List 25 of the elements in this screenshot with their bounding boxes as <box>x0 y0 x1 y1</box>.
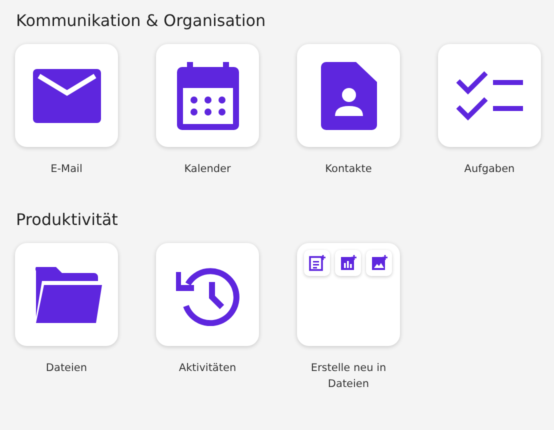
new-image-icon <box>370 254 388 272</box>
app-tile[interactable] <box>156 44 259 147</box>
app-tile[interactable] <box>438 44 541 147</box>
app-tile[interactable] <box>297 44 400 147</box>
section-heading: Produktivität <box>16 210 118 229</box>
contact-card-icon <box>320 62 376 130</box>
new-chart-icon <box>339 254 357 272</box>
app-tile[interactable] <box>156 243 259 346</box>
app-tile[interactable] <box>15 243 118 346</box>
section-heading: Kommunikation & Organisation <box>16 11 266 30</box>
calendar-icon <box>176 62 238 130</box>
app-label: Dateien <box>44 361 88 376</box>
app-label: Kontakte <box>324 162 373 177</box>
new-image-button[interactable] <box>366 250 392 276</box>
app-tile[interactable] <box>15 44 118 147</box>
checklist-icon <box>456 70 524 120</box>
app-label: Aufgaben <box>463 162 516 177</box>
app-label: Kalender <box>183 162 232 177</box>
app-label: E-Mail <box>50 162 84 177</box>
envelope-icon <box>32 68 100 122</box>
new-chart-button[interactable] <box>335 250 361 276</box>
app-label: Erstelle neu in Dateien <box>310 361 388 392</box>
app-label: Aktivitäten <box>178 361 238 376</box>
new-document-icon <box>308 254 326 272</box>
new-document-button[interactable] <box>304 250 330 276</box>
